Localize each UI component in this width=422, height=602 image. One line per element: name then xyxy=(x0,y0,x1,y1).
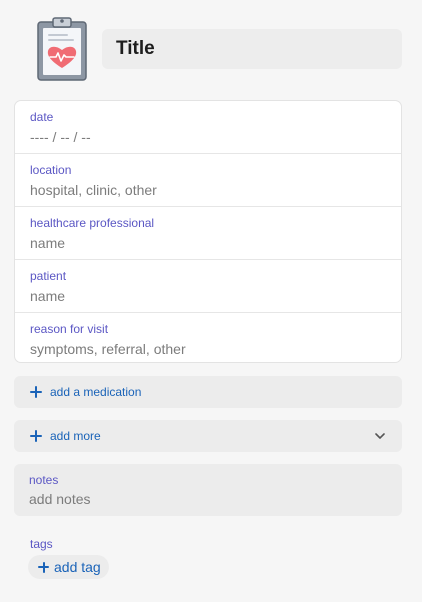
healthcare-professional-input[interactable]: name xyxy=(30,233,386,253)
notes-input[interactable]: add notes xyxy=(29,489,387,509)
title-input[interactable]: Title xyxy=(102,29,402,69)
reason-for-visit-input[interactable]: symptoms, referral, other xyxy=(30,339,386,359)
field-label: date xyxy=(30,110,54,124)
add-tag-label: add tag xyxy=(54,559,101,575)
field-label: patient xyxy=(30,269,67,283)
notes-label: notes xyxy=(29,473,59,487)
add-tag-button[interactable]: add tag xyxy=(28,555,109,579)
field-label: location xyxy=(30,163,72,177)
date-input[interactable]: ---- / -- / -- xyxy=(30,127,386,147)
patient-input[interactable]: name xyxy=(30,286,386,306)
plus-icon xyxy=(38,561,49,573)
add-more-label: add more xyxy=(50,429,101,443)
patient-field[interactable]: patient name xyxy=(15,260,401,313)
location-input[interactable]: hospital, clinic, other xyxy=(30,180,386,200)
add-more-button[interactable]: add more xyxy=(14,420,402,452)
add-medication-button[interactable]: add a medication xyxy=(14,376,402,408)
field-label: reason for visit xyxy=(30,322,109,336)
notes-field[interactable]: notes add notes xyxy=(14,464,402,516)
details-card: date ---- / -- / -- location hospital, c… xyxy=(14,100,402,363)
add-medication-label: add a medication xyxy=(50,385,142,399)
tags-section: tags add tag xyxy=(28,537,390,579)
plus-icon xyxy=(30,386,42,398)
plus-icon xyxy=(30,430,42,442)
chevron-down-icon[interactable] xyxy=(374,430,386,442)
location-field[interactable]: location hospital, clinic, other xyxy=(15,154,401,207)
reason-for-visit-field[interactable]: reason for visit symptoms, referral, oth… xyxy=(15,313,401,362)
date-field[interactable]: date ---- / -- / -- xyxy=(15,101,401,154)
healthcare-professional-field[interactable]: healthcare professional name xyxy=(15,207,401,260)
tags-label: tags xyxy=(30,537,53,551)
clipboard-heart-icon xyxy=(37,17,87,81)
health-record-form: Title date ---- / -- / -- location hospi… xyxy=(0,0,422,602)
field-label: healthcare professional xyxy=(30,216,155,230)
form-header: Title xyxy=(14,14,402,82)
